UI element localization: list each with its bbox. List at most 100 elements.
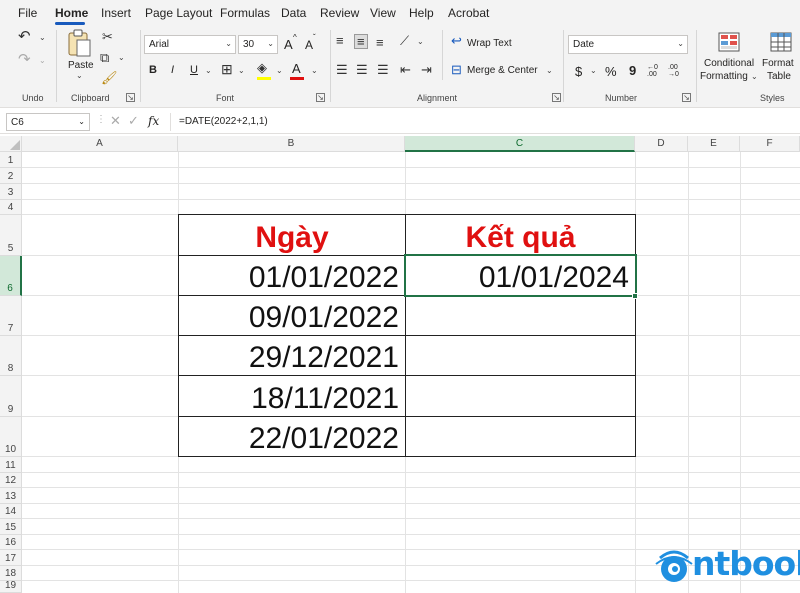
clipboard-launcher-icon[interactable]: ↘ <box>126 93 135 102</box>
enter-icon[interactable]: ✓ <box>128 113 139 129</box>
cell-c9[interactable] <box>405 375 636 417</box>
currency-button[interactable]: $ <box>575 64 582 79</box>
row-header-5[interactable]: 5 <box>0 215 22 256</box>
column-header-a[interactable]: A <box>22 136 178 152</box>
fill-handle[interactable] <box>632 293 638 299</box>
italic-button[interactable]: I <box>171 64 174 76</box>
orientation-icon[interactable]: ⟋ <box>400 34 409 47</box>
bold-button[interactable]: B <box>149 64 157 76</box>
borders-icon[interactable]: ⊞ <box>221 62 233 76</box>
shrink-font-button[interactable]: A <box>305 38 313 52</box>
row-header-17[interactable]: 17 <box>0 550 22 566</box>
row-header-6[interactable]: 6 <box>0 256 22 296</box>
row-header-10[interactable]: 10 <box>0 417 22 457</box>
menu-review[interactable]: Review <box>320 6 359 20</box>
menu-acrobat[interactable]: Acrobat <box>448 6 489 20</box>
name-box[interactable]: C6 ⌄ <box>6 113 90 131</box>
formula-input[interactable]: =DATE(2022+2,1,1) <box>170 113 794 131</box>
cell-c5[interactable]: Kết quả <box>405 214 636 256</box>
cell-c10[interactable] <box>405 416 636 457</box>
menu-home[interactable]: Home <box>55 6 88 20</box>
row-header-7[interactable]: 7 <box>0 296 22 336</box>
decrease-decimal-button[interactable]: .00 →0 <box>668 64 684 78</box>
wrap-text-button[interactable]: Wrap Text <box>467 38 512 49</box>
fill-color-icon[interactable]: ◈ <box>257 61 267 74</box>
row-header-13[interactable]: 13 <box>0 488 22 504</box>
merge-center-icon[interactable]: ⊟ <box>451 63 462 76</box>
row-header-8[interactable]: 8 <box>0 336 22 376</box>
decrease-indent-icon[interactable]: ⇤ <box>400 63 411 76</box>
font-launcher-icon[interactable]: ↘ <box>316 93 325 102</box>
cell-c7[interactable] <box>405 295 636 336</box>
redo-caret-icon[interactable]: ⌄ <box>39 56 46 65</box>
cell-b6[interactable]: 01/01/2022 <box>178 255 406 296</box>
alignment-launcher-icon[interactable]: ↘ <box>552 93 561 102</box>
borders-caret-icon[interactable]: ⌄ <box>238 66 245 75</box>
row-header-9[interactable]: 9 <box>0 376 22 417</box>
cell-b7[interactable]: 09/01/2022 <box>178 295 406 336</box>
align-middle-icon[interactable]: ≡ <box>354 34 368 49</box>
cell-b9[interactable]: 18/11/2021 <box>178 375 406 417</box>
menu-data[interactable]: Data <box>281 6 306 20</box>
font-color-caret-icon[interactable]: ⌄ <box>311 66 318 75</box>
undo-icon[interactable]: ↶ <box>18 29 31 44</box>
row-header-1[interactable]: 1 <box>0 152 22 168</box>
grow-font-button[interactable]: A <box>284 37 293 52</box>
row-header-14[interactable]: 14 <box>0 504 22 519</box>
align-right-icon[interactable]: ☰ <box>377 63 389 76</box>
row-header-2[interactable]: 2 <box>0 168 22 184</box>
align-left-icon[interactable]: ☰ <box>336 63 348 76</box>
cancel-icon[interactable]: ✕ <box>110 113 121 129</box>
align-top-icon[interactable]: ≡ <box>336 34 344 47</box>
menu-file[interactable]: File <box>18 6 37 20</box>
redo-icon[interactable]: ↷ <box>18 52 31 67</box>
copy-caret-icon[interactable]: ⌄ <box>118 53 125 62</box>
row-header-18[interactable]: 18 <box>0 566 22 581</box>
increase-indent-icon[interactable]: ⇥ <box>421 63 432 76</box>
number-launcher-icon[interactable]: ↘ <box>682 93 691 102</box>
menu-page-layout[interactable]: Page Layout <box>145 6 212 20</box>
row-header-11[interactable]: 11 <box>0 457 22 473</box>
menu-view[interactable]: View <box>370 6 396 20</box>
cell-b5[interactable]: Ngày <box>178 214 406 256</box>
format-painter-icon[interactable]: 🖌 <box>101 71 118 84</box>
undo-caret-icon[interactable]: ⌄ <box>39 33 46 42</box>
row-header-19[interactable]: 19 <box>0 580 22 593</box>
number-format-dropdown[interactable]: Date ⌄ <box>568 35 688 54</box>
menu-help[interactable]: Help <box>409 6 434 20</box>
cell-b10[interactable]: 22/01/2022 <box>178 416 406 457</box>
wrap-text-icon[interactable]: ↩ <box>451 34 462 47</box>
font-name-dropdown[interactable]: Arial ⌄ <box>144 35 236 54</box>
underline-caret-icon[interactable]: ⌄ <box>205 66 212 75</box>
increase-decimal-button[interactable]: ←0 .00 <box>647 64 663 78</box>
row-header-12[interactable]: 12 <box>0 473 22 488</box>
column-header-b[interactable]: B <box>178 136 405 152</box>
orientation-caret-icon[interactable]: ⌄ <box>417 37 424 46</box>
font-size-dropdown[interactable]: 30 ⌄ <box>238 35 278 54</box>
cut-icon[interactable]: ✂ <box>102 30 113 43</box>
currency-caret-icon[interactable]: ⌄ <box>590 66 597 75</box>
align-bottom-icon[interactable]: ≡ <box>376 36 384 49</box>
align-center-icon[interactable]: ☰ <box>356 63 368 76</box>
menu-formulas[interactable]: Formulas <box>220 6 270 20</box>
row-header-15[interactable]: 15 <box>0 519 22 535</box>
column-header-d[interactable]: D <box>635 136 688 152</box>
column-header-c[interactable]: C <box>405 136 635 152</box>
column-header-e[interactable]: E <box>688 136 740 152</box>
cell-c8[interactable] <box>405 335 636 376</box>
row-header-16[interactable]: 16 <box>0 535 22 550</box>
underline-button[interactable]: U <box>190 64 198 76</box>
menu-insert[interactable]: Insert <box>101 6 131 20</box>
merge-caret-icon[interactable]: ⌄ <box>546 66 553 75</box>
comma-button[interactable]: 9 <box>629 63 636 78</box>
merge-center-button[interactable]: Merge & Center <box>467 65 538 76</box>
percent-button[interactable]: % <box>605 64 617 79</box>
row-header-4[interactable]: 4 <box>0 200 22 215</box>
column-header-f[interactable]: F <box>740 136 800 152</box>
copy-icon[interactable]: ⧉ <box>100 51 109 64</box>
fill-color-caret-icon[interactable]: ⌄ <box>276 66 283 75</box>
row-header-3[interactable]: 3 <box>0 184 22 200</box>
cell-b8[interactable]: 29/12/2021 <box>178 335 406 376</box>
select-all-corner[interactable] <box>0 136 22 152</box>
font-color-button[interactable]: A <box>292 61 301 76</box>
